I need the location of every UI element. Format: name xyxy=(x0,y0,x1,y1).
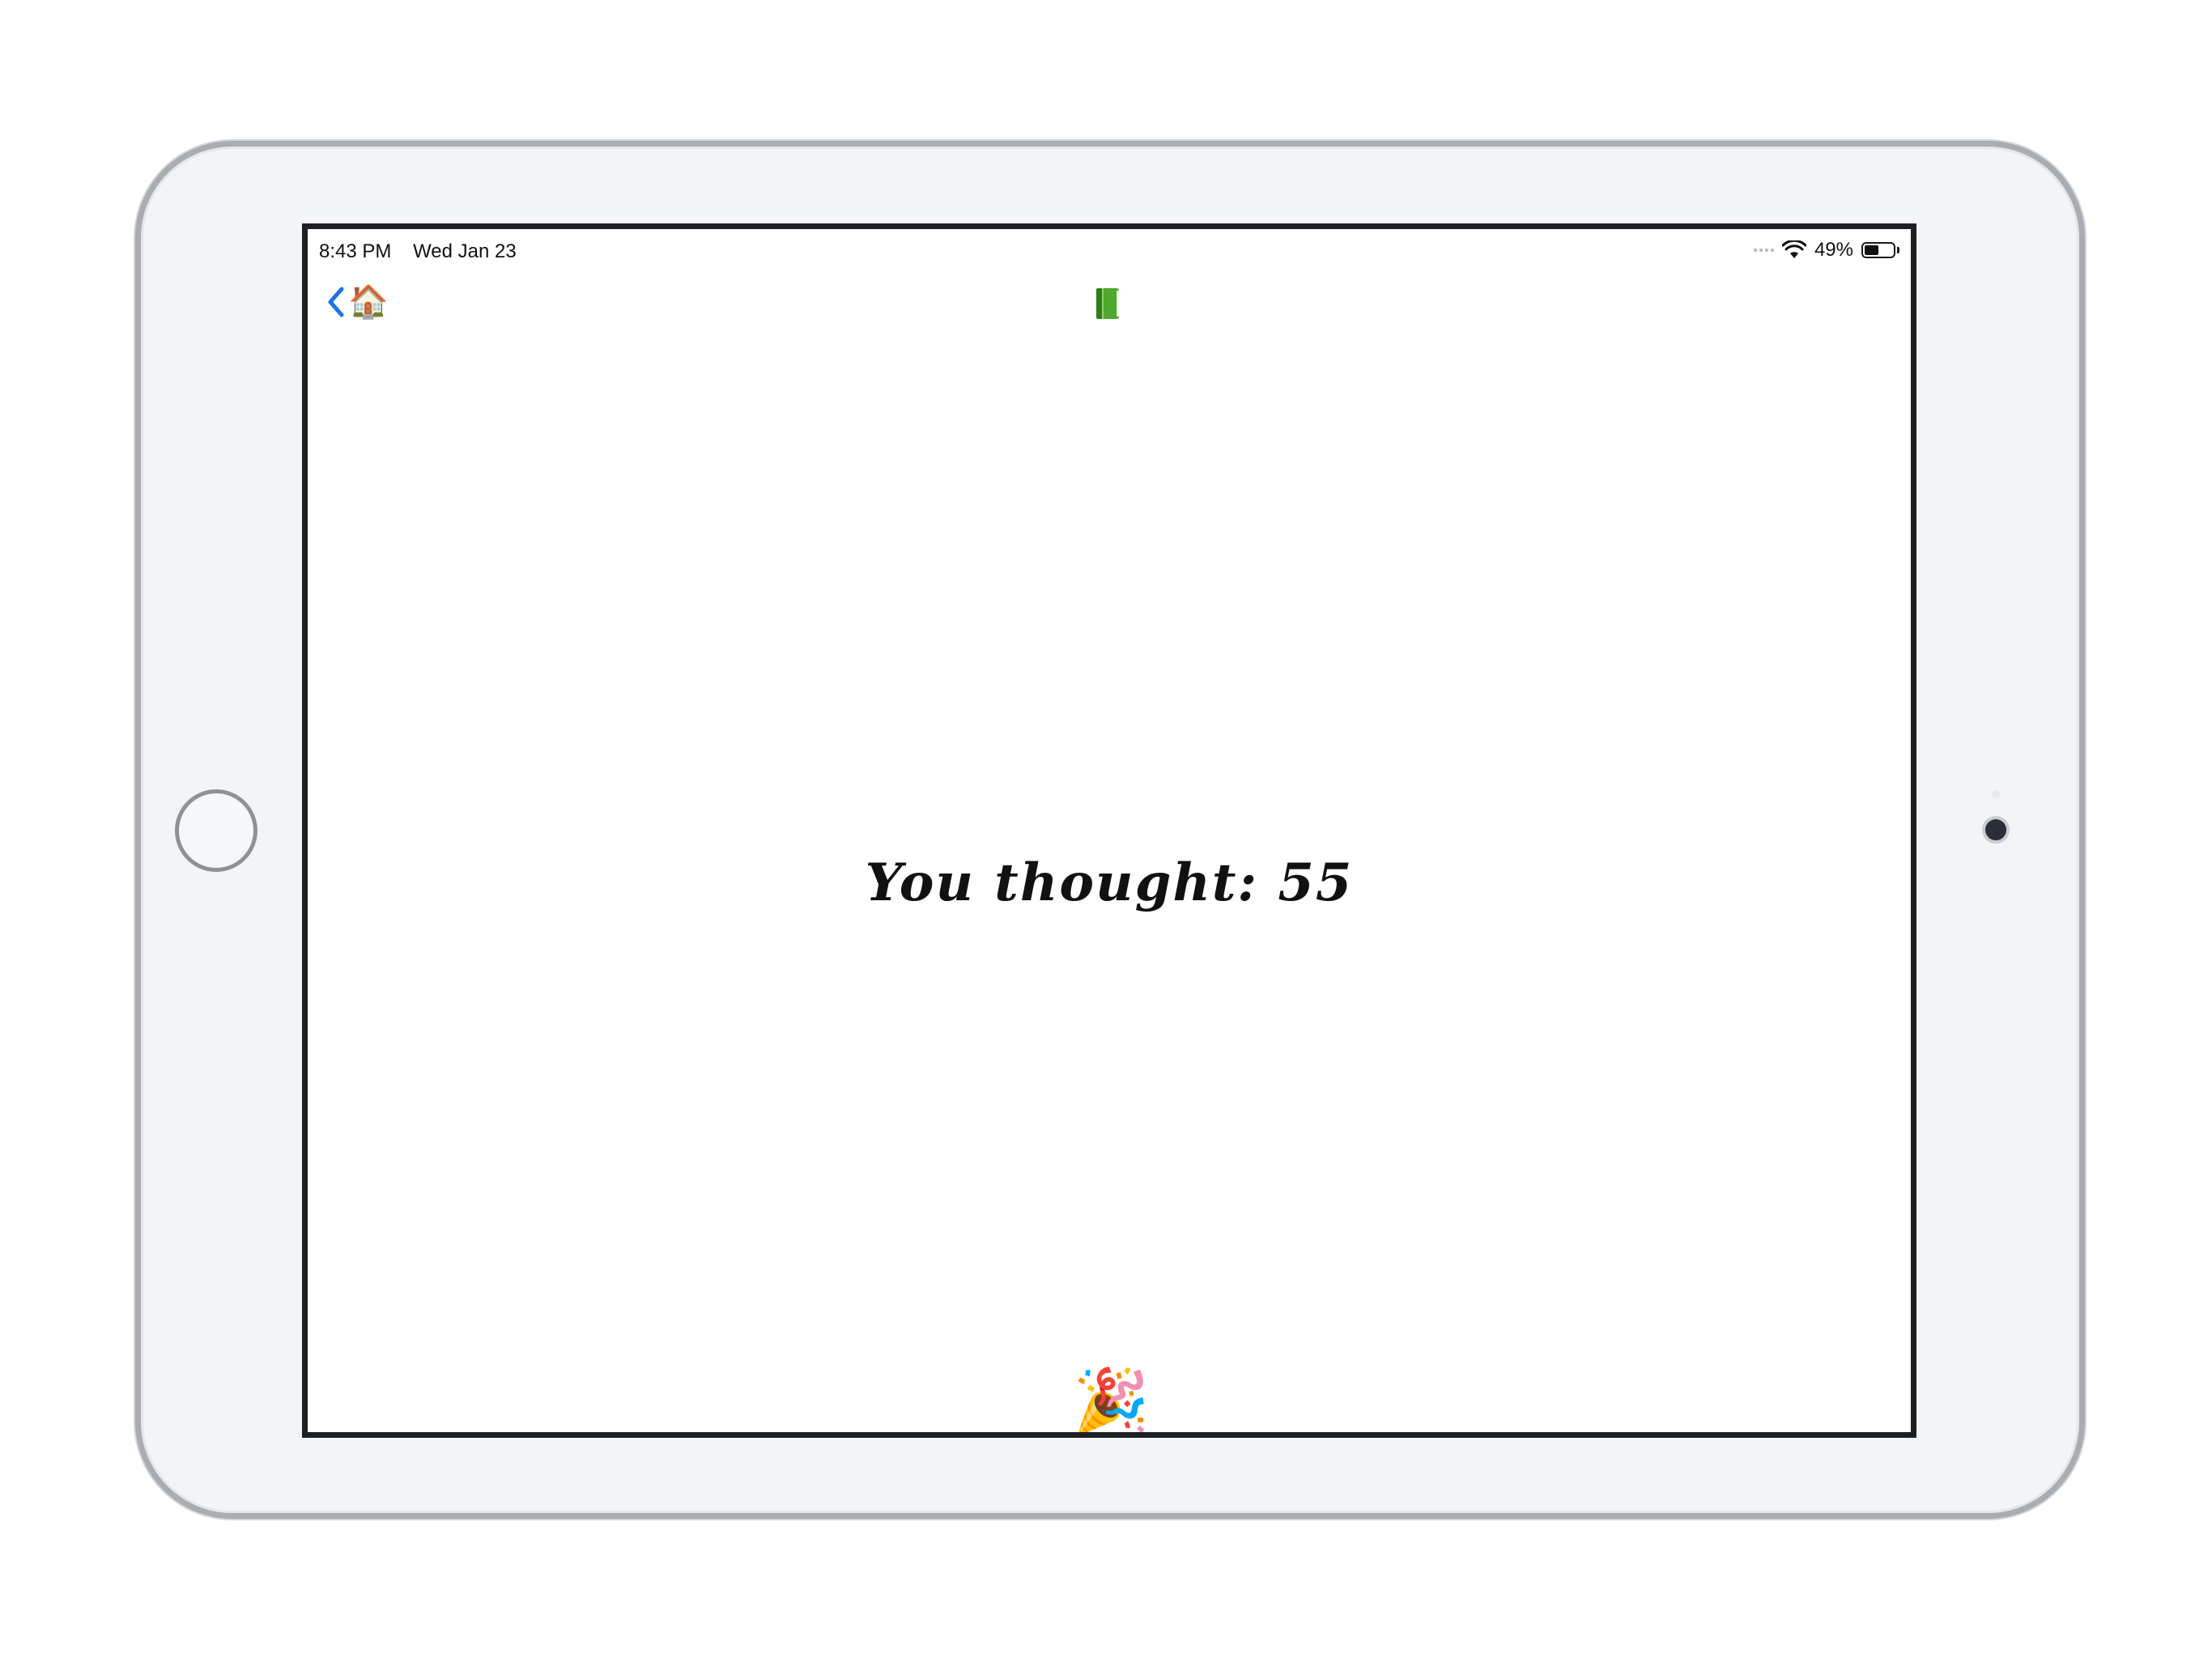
status-time: 8:43 PM xyxy=(319,240,392,262)
battery-icon xyxy=(1861,242,1899,258)
app-screen: 8:43 PM Wed Jan 23 49% 🏠 You thought: 55… xyxy=(302,223,1916,1438)
green-book-icon xyxy=(1096,288,1119,319)
home-button[interactable] xyxy=(175,789,257,872)
status-left: 8:43 PM Wed Jan 23 xyxy=(319,240,533,263)
cellular-signal-icon xyxy=(1753,249,1774,252)
battery-percent: 49% xyxy=(1814,239,1853,261)
status-bar: 8:43 PM Wed Jan 23 49% xyxy=(308,229,1911,263)
status-right: 49% xyxy=(1753,239,1899,261)
status-date: Wed Jan 23 xyxy=(413,240,517,262)
result-text: You thought: 55 xyxy=(865,852,1354,913)
navigation-bar: 🏠 xyxy=(308,278,1911,334)
wifi-icon xyxy=(1781,240,1806,258)
camera xyxy=(1985,819,2006,840)
party-popper-icon[interactable]: 🎉 xyxy=(1073,1371,1150,1432)
house-icon: 🏠 xyxy=(348,284,389,320)
light-sensor xyxy=(1992,790,2000,798)
back-home-button[interactable]: 🏠 xyxy=(325,284,389,320)
chevron-left-icon xyxy=(328,287,344,317)
